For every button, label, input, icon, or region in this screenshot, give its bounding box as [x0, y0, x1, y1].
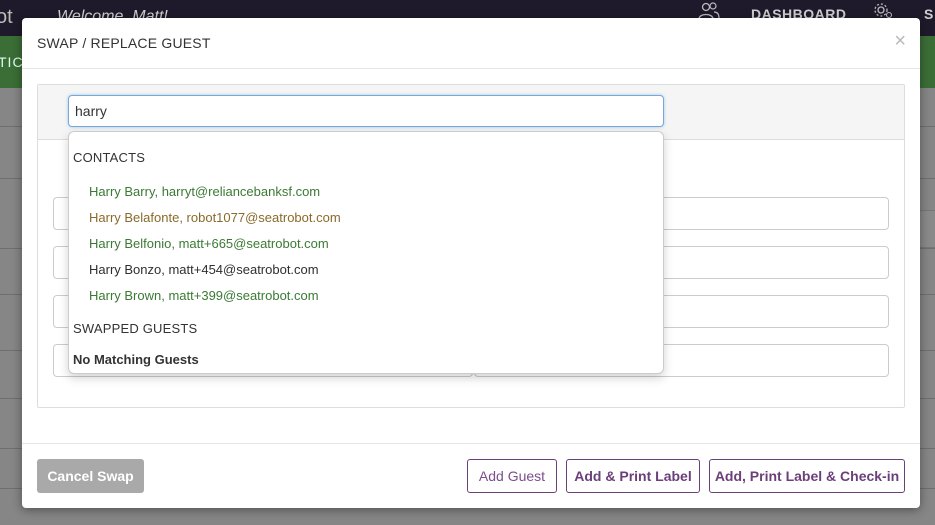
add-guest-button[interactable]: Add Guest: [467, 459, 557, 493]
guest-search-input[interactable]: [68, 95, 664, 127]
contact-result-item[interactable]: Harry Bonzo, matt+454@seatrobot.com: [89, 262, 319, 277]
contact-result-item[interactable]: Harry Brown, matt+399@seatrobot.com: [89, 288, 319, 303]
contact-result-item[interactable]: Harry Belafonte, robot1077@seatrobot.com: [89, 210, 341, 225]
nav-settings-link[interactable]: S: [924, 6, 933, 22]
no-matching-guests-text: No Matching Guests: [73, 352, 199, 367]
modal-title: SWAP / REPLACE GUEST: [37, 35, 211, 51]
search-results-dropdown: CONTACTS Harry Barry, harryt@relianceban…: [68, 131, 664, 374]
swapped-guests-heading: SWAPPED GUESTS: [73, 321, 198, 336]
swap-guest-modal: SWAP / REPLACE GUEST × CONTACTS Harry Ba…: [22, 18, 920, 508]
contact-result-item[interactable]: Harry Belfonio, matt+665@seatrobot.com: [89, 236, 329, 251]
add-print-checkin-button[interactable]: Add, Print Label & Check-in: [709, 459, 905, 493]
cancel-swap-button[interactable]: Cancel Swap: [37, 459, 144, 493]
modal-header: SWAP / REPLACE GUEST ×: [22, 18, 920, 69]
close-icon[interactable]: ×: [894, 31, 906, 51]
logo-text: ot: [0, 6, 13, 28]
add-print-label-button[interactable]: Add & Print Label: [566, 459, 700, 493]
contact-result-item[interactable]: Harry Barry, harryt@reliancebanksf.com: [89, 184, 320, 199]
modal-footer: Cancel Swap Add Guest Add & Print Label …: [22, 443, 920, 509]
background-field: [918, 210, 935, 248]
contacts-heading: CONTACTS: [73, 150, 146, 165]
